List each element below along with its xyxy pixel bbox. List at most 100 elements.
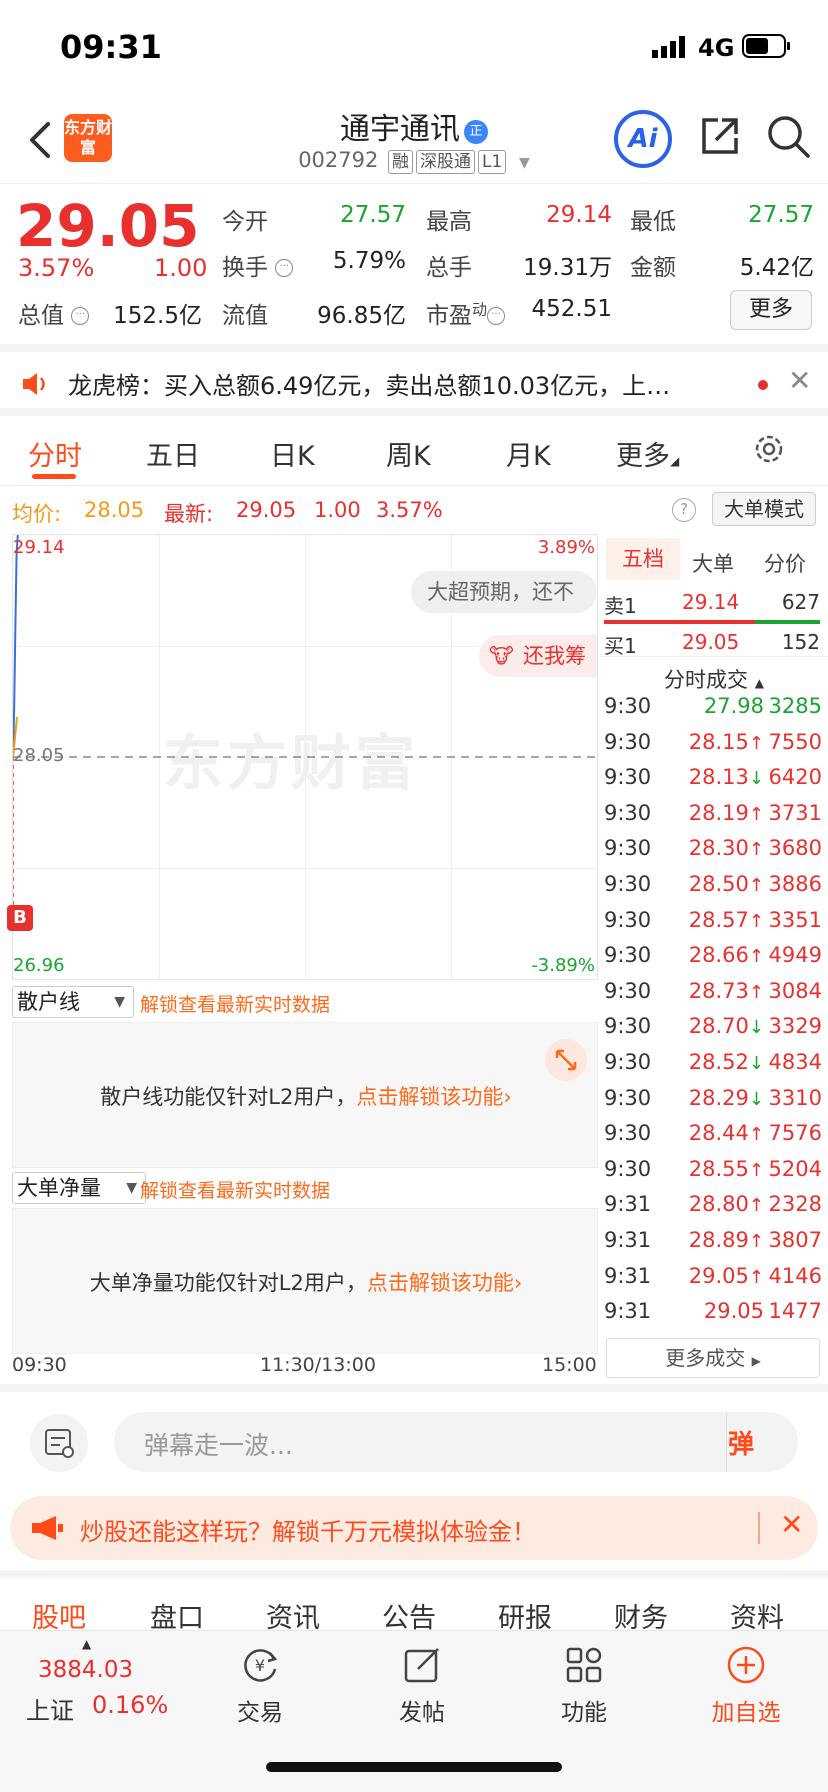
chart-period-tabs: 分时 五日 日K 周K 月K 更多◢: [0, 416, 828, 486]
more-quote-button[interactable]: 更多: [730, 290, 812, 330]
turnover-label[interactable]: 换手 ···: [222, 248, 294, 282]
trades-list[interactable]: 9:30 27.98 3285 9:30 28.15↑ 7550 9:30 28.13↓ 642…: [600, 694, 828, 1334]
pe-label[interactable]: 市盈动 ···: [426, 296, 506, 330]
trade-row: 9:30 28.52↓ 4834: [604, 1050, 822, 1086]
tab-five-day[interactable]: 五日: [146, 434, 200, 473]
trade-time: 9:30: [604, 765, 652, 790]
trade-time: 9:31: [604, 1228, 652, 1252]
trade-time: 9:30: [604, 694, 652, 718]
ai-button[interactable]: Ai: [614, 110, 672, 168]
trade-volume: 4834: [768, 1050, 822, 1074]
trade-price: 28.52↓: [688, 1050, 764, 1074]
big-net-header: 大单净量 ▼ 解锁查看最新实时数据: [12, 1168, 598, 1208]
nav-post[interactable]: 发帖: [362, 1643, 482, 1727]
big-net-select[interactable]: 大单净量 ▼: [12, 1172, 146, 1204]
trade-time: 9:30: [604, 1121, 652, 1146]
y-bottom-price: 26.96: [13, 955, 65, 976]
close-icon[interactable]: ✕: [788, 364, 811, 397]
trade-volume: 1477: [768, 1299, 822, 1324]
tab-daily-k[interactable]: 日K: [270, 434, 315, 473]
mktcap-label[interactable]: 总值 ···: [18, 296, 90, 330]
gear-icon[interactable]: [752, 432, 786, 466]
nav-add-watchlist[interactable]: 加自选: [686, 1643, 806, 1727]
trade-volume: 3680: [768, 836, 822, 861]
trade-time: 9:31: [604, 1299, 652, 1324]
nav-functions[interactable]: 功能: [524, 1643, 644, 1727]
tab-big-orders[interactable]: 大单: [692, 548, 734, 578]
trade-price: 28.29↓: [688, 1085, 764, 1110]
sell1-label: 卖1: [604, 594, 637, 618]
buy1-price: 29.05: [682, 630, 740, 654]
retail-unlock-link[interactable]: 解锁查看最新实时数据: [140, 990, 330, 1017]
buy-marker[interactable]: B: [7, 905, 33, 931]
pe-value: 452.51: [531, 296, 612, 322]
time-axis-start: 09:30: [12, 1354, 67, 1376]
big-net-unlock-button[interactable]: 点击解锁该功能: [367, 1271, 514, 1295]
barrage-bubble: 🐮 还我筹: [479, 635, 597, 677]
promo-banner[interactable]: 炒股还能这样玩？解锁千万元模拟体验金！ ✕: [10, 1496, 818, 1560]
barrage-list-icon: [45, 1429, 74, 1458]
low-label: 最低: [630, 209, 676, 235]
divider: [726, 1412, 727, 1472]
open-label: 今开: [222, 209, 268, 235]
trade-volume: 5204: [768, 1156, 822, 1181]
tab-price-dist[interactable]: 分价: [764, 548, 806, 578]
barrage-send-button[interactable]: 弹: [728, 1424, 754, 1461]
y-top-pct: 3.89%: [537, 537, 595, 558]
yuan-cycle-icon: ¥: [244, 1649, 278, 1682]
retail-line-locked-panel: 散户线功能仅针对L2用户，点击解锁该功能›: [12, 1022, 598, 1168]
trade-price: 29.05: [703, 1299, 764, 1324]
trade-row: 9:31 29.05↑ 4146: [604, 1264, 822, 1300]
trade-row: 9:30 28.57↑ 3351: [604, 908, 822, 944]
latest-pct: 3.57%: [376, 498, 443, 522]
speaker-icon: [23, 373, 45, 395]
info-icon: ···: [71, 307, 90, 325]
y-top-price: 29.14: [13, 537, 65, 558]
chevron-right-icon: ▶: [751, 1354, 761, 1368]
latest-change: 1.00: [314, 498, 361, 522]
caret-down-icon: ▼: [114, 994, 125, 1010]
trade-row: 9:30 28.50↑ 3886: [604, 872, 822, 908]
tab-five-levels[interactable]: 五档: [606, 538, 680, 580]
trade-volume: 4949: [768, 943, 822, 968]
trade-price: 28.55↑: [688, 1156, 764, 1181]
nav-trade[interactable]: ¥ 交易: [200, 1643, 320, 1727]
retail-line-select[interactable]: 散户线 ▼: [12, 986, 134, 1018]
retail-unlock-button[interactable]: 点击解锁该功能: [356, 1085, 503, 1109]
close-icon[interactable]: ✕: [780, 1508, 803, 1541]
barrage-list-button[interactable]: [30, 1414, 88, 1472]
tab-weekly-k[interactable]: 周K: [386, 434, 431, 473]
trade-volume: 7550: [768, 729, 822, 754]
barrage-bar: 弹幕走一波... 弹: [0, 1384, 828, 1484]
buy1-volume: 152: [781, 630, 820, 654]
trade-row: 9:31 29.05 1477: [604, 1299, 822, 1335]
trade-time: 9:31: [604, 1192, 652, 1217]
trade-time: 9:30: [604, 1014, 652, 1039]
index-name[interactable]: 上证: [26, 1691, 74, 1726]
trade-row: 9:30 28.15↑ 7550: [604, 730, 822, 766]
price-summary-line: 均价: 28.05 最新: 29.05 1.00 3.57% ? 大单模式: [0, 486, 828, 534]
index-value[interactable]: 3884.03: [38, 1657, 133, 1683]
big-net-unlock-link[interactable]: 解锁查看最新实时数据: [140, 1176, 330, 1203]
tab-monthly-k[interactable]: 月K: [506, 434, 551, 473]
network-type: 4G: [698, 34, 735, 62]
tab-more[interactable]: 更多◢: [616, 434, 679, 473]
trade-time: 9:30: [604, 872, 652, 896]
search-icon[interactable]: [764, 112, 812, 160]
expand-icon[interactable]: [545, 1039, 587, 1081]
dragon-tiger-notice[interactable]: 龙虎榜：买入总额6.49亿元，卖出总额10.03亿元，上… ✕: [0, 344, 828, 416]
help-icon[interactable]: ?: [672, 498, 696, 522]
share-icon[interactable]: [698, 114, 742, 158]
trade-volume: 3807: [768, 1228, 822, 1252]
edit-icon: [404, 1648, 439, 1683]
tag-margin: 融: [388, 150, 414, 174]
big-order-mode-button[interactable]: 大单模式: [712, 492, 816, 526]
caret-icon: ◢: [670, 454, 680, 468]
intraday-chart[interactable]: 东方财富 29.14 3.89% 28.05 26.96 -3.89% 大超预期…: [7, 534, 598, 980]
tab-intraday[interactable]: 分时: [28, 434, 82, 473]
tag-level: L1: [478, 150, 507, 174]
trades-title[interactable]: 分时成交 ▲: [600, 664, 828, 694]
barrage-input[interactable]: 弹幕走一波... 弹: [114, 1412, 798, 1472]
amount-value: 5.42亿: [739, 255, 814, 281]
more-trades-button[interactable]: 更多成交 ▶: [606, 1338, 820, 1378]
